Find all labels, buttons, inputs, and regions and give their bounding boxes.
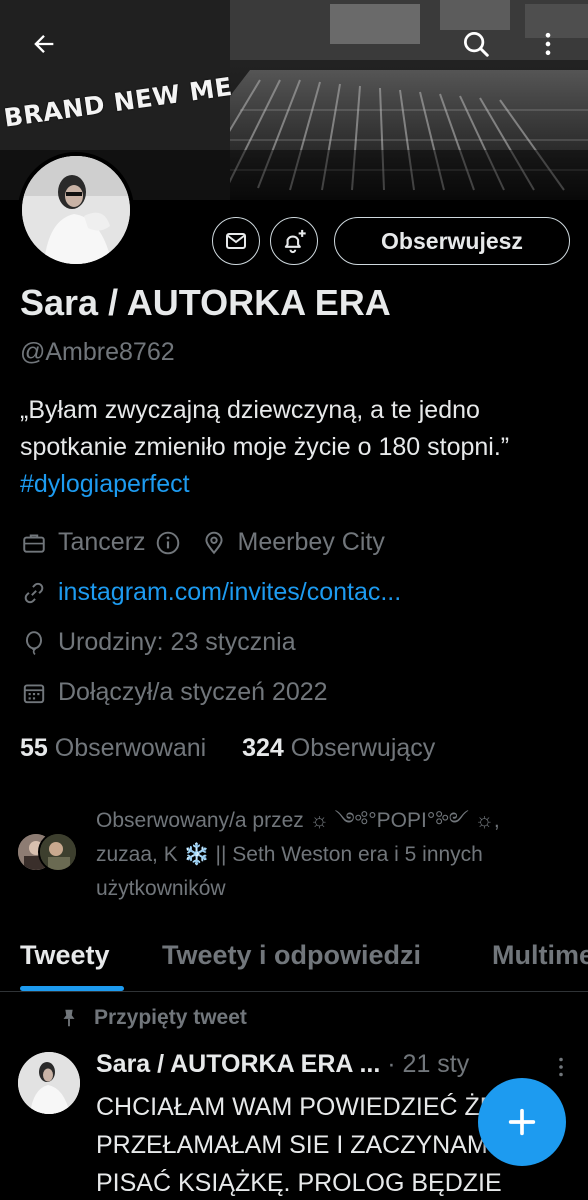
plus-icon [508, 1108, 536, 1136]
pin-icon [63, 1009, 75, 1027]
followers-count: 324 [242, 734, 284, 762]
avatar-photo [22, 156, 130, 264]
followed-by-text[interactable]: Obserwowany/a przez ☼ ༺°POPI°༻ ☼, zuzaa,… [96, 804, 566, 906]
balloon-icon [20, 629, 48, 657]
profile-category: Tancerz [58, 528, 146, 556]
following-button[interactable]: Obserwujesz [334, 217, 570, 265]
notifications-button[interactable] [270, 217, 318, 265]
profile-joined-row: Dołączył/a styczeń 2022 [20, 678, 328, 707]
pinned-tweet-label: Przypięty tweet [58, 1006, 247, 1030]
profile-name: Sara / AUTORKA ERA [20, 282, 391, 323]
active-tab-indicator [20, 986, 124, 991]
more-vertical-icon [559, 1057, 563, 1077]
profile-birthday-row: Urodziny: 23 stycznia [20, 628, 296, 657]
profile-joined-date: Dołączył/a styczeń 2022 [58, 678, 328, 706]
profile-category-location: Tancerz Meerbey City [20, 528, 385, 557]
following-count: 55 [20, 734, 48, 762]
tweet-header: Sara / AUTORKA ERA ... · 21 sty [96, 1050, 469, 1079]
profile-handle: @Ambre8762 [20, 338, 175, 366]
following-link[interactable]: 55 Obserwowani [20, 734, 206, 762]
tweet-avatar-photo [18, 1052, 80, 1114]
following-label: Obserwowani [54, 734, 207, 762]
arrow-left-icon [34, 35, 54, 53]
followers-link[interactable]: 324 Obserwujący [242, 734, 435, 762]
follower-avatar [38, 832, 78, 872]
more-button[interactable] [528, 24, 568, 64]
briefcase-icon [20, 529, 48, 557]
tweet-author-avatar[interactable] [18, 1052, 80, 1114]
calendar-icon [20, 679, 48, 707]
location-pin-icon [200, 529, 228, 557]
back-button[interactable] [24, 24, 64, 64]
pinned-label-text: Przypięty tweet [94, 1006, 247, 1029]
search-icon [464, 32, 489, 57]
message-button[interactable] [212, 217, 260, 265]
mail-icon [226, 233, 246, 249]
followed-by-avatars[interactable] [16, 832, 80, 872]
profile-website-row: instagram.com/invites/contac... [20, 578, 401, 607]
profile-avatar[interactable] [18, 152, 134, 268]
more-vertical-icon [545, 32, 551, 56]
bio-hashtag-link[interactable]: #dylogiaperfect [20, 470, 190, 498]
tab-media[interactable]: Multimedia [492, 940, 588, 971]
profile-bio: „Byłam zwyczajną dziewczyną, a te jedno … [20, 392, 568, 503]
profile-tabs: Tweety Tweety i odpowiedzi Multimedia [0, 930, 588, 992]
tab-tweets[interactable]: Tweety [20, 940, 110, 971]
tweet-more-button[interactable] [546, 1052, 576, 1082]
tweet-author-name[interactable]: Sara / AUTORKA ERA ... [96, 1050, 380, 1078]
tab-tweets-and-replies[interactable]: Tweety i odpowiedzi [162, 940, 421, 971]
tweet-date[interactable]: · 21 sty [387, 1050, 469, 1078]
profile-birthday: Urodziny: 23 stycznia [58, 628, 296, 656]
follow-counts: 55 Obserwowani 324 Obserwujący [20, 734, 435, 763]
profile-website-link[interactable]: instagram.com/invites/contac... [58, 578, 401, 607]
search-button[interactable] [456, 24, 496, 64]
bio-text: „Byłam zwyczajną dziewczyną, a te jedno … [20, 396, 510, 461]
link-icon [20, 579, 48, 607]
info-icon[interactable] [154, 529, 182, 557]
compose-tweet-button[interactable] [478, 1078, 566, 1166]
followers-label: Obserwujący [290, 734, 436, 762]
profile-location: Meerbey City [237, 528, 385, 556]
bell-plus-icon [284, 229, 306, 254]
